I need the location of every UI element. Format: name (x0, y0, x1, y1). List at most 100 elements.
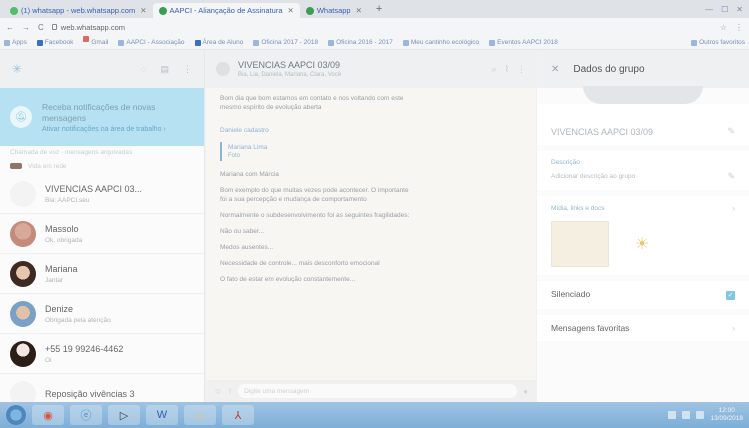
search-icon[interactable]: ⌕ (492, 64, 497, 75)
chrome-icon[interactable]: ◉ (32, 405, 64, 425)
apps-icon (4, 39, 10, 46)
tab-label: Whatsapp (316, 6, 351, 15)
menu-icon[interactable]: ⋮ (517, 64, 526, 75)
browser-tab-whatsapp[interactable]: (1) whatsapp - web.whatsapp.com ✕ (4, 3, 153, 18)
chat-item-phone[interactable]: +55 19 99246-4462 Oi (0, 334, 204, 374)
edit-pencil-icon[interactable]: ✎ (727, 171, 735, 182)
close-window-icon[interactable]: ✕ (736, 5, 743, 14)
bookmarks-bar: Apps Facebook Gmail AAPCI - Associação Á… (0, 36, 749, 50)
emoji-icon[interactable]: ☺ (214, 387, 222, 396)
chat-item-massolo[interactable]: Massolo Ok, obrigada (0, 214, 204, 254)
facebook-icon (36, 39, 43, 46)
folder-icon (691, 39, 698, 46)
group-name: VIVENCIAS AAPCI 03/09 (551, 126, 654, 137)
clock[interactable]: 12:00 13/09/2018 (710, 407, 743, 423)
microphone-icon[interactable]: ● (523, 387, 528, 396)
forward-icon[interactable]: → (22, 23, 30, 32)
bookmark-facebook[interactable]: Facebook (36, 39, 74, 46)
windows-taskbar: ◉ ⓔ ▷ W ▭ ⅄ 12:00 13/09/2018 (0, 402, 749, 428)
bookmark-cantinho[interactable]: Meu cantinho ecológico (402, 39, 479, 46)
bookmark-gmail[interactable]: Gmail (83, 36, 108, 49)
star-icon[interactable]: ☆ (720, 23, 727, 32)
status-icon[interactable]: ◌ (141, 64, 146, 74)
menu-icon[interactable]: ⋮ (735, 23, 743, 32)
bookmark-area-aluno[interactable]: Área de Aluno (194, 39, 244, 46)
media-thumbnail[interactable] (551, 221, 609, 267)
bookmark-apps[interactable]: Apps (4, 39, 27, 46)
chat-preview: Ok, obrigada (45, 236, 83, 244)
edit-pencil-icon[interactable]: ✎ (727, 126, 735, 137)
reload-icon[interactable]: C (38, 23, 44, 32)
pdf-reader-icon[interactable]: ⅄ (222, 405, 254, 425)
notification-title: Receba notificações de novas mensagens (42, 101, 156, 123)
internet-explorer-icon[interactable]: ⓔ (70, 405, 102, 425)
faded-chat-label: Vida em rede (28, 162, 67, 170)
message-text: Bom exemplo do que muitas vezes pode aco… (220, 187, 409, 203)
chat-item-mariana[interactable]: Mariana Jantar (0, 254, 204, 294)
message-input[interactable]: Digite uma mensagem (238, 384, 518, 398)
volume-icon[interactable] (696, 411, 705, 419)
bookmark-oficina-2016[interactable]: Oficina 2016 - 2017 (328, 39, 393, 46)
favorites-label: Mensagens favoritas (551, 323, 630, 333)
browser-tab-whatsapp-2[interactable]: Whatsapp ✕ (300, 3, 368, 18)
close-tab-icon[interactable]: ✕ (140, 6, 146, 15)
word-icon[interactable]: W (146, 405, 178, 425)
close-tab-icon[interactable]: ✕ (288, 6, 294, 15)
conversation-members: Bia, Lia, Daniela, Mariana, Clara, Você (238, 72, 342, 78)
enable-notifications-link[interactable]: Ativar notificações na área de trabalho … (42, 126, 194, 133)
conversation-title: VIVENCIAS AAPCI 03/09 (238, 60, 341, 70)
bookmark-other-folder[interactable]: Outros favoritos (691, 39, 745, 46)
window-controls: — ☐ ✕ (705, 5, 749, 14)
notification-banner[interactable]: 🔕︎ Receba notificações de novas mensagen… (0, 88, 204, 146)
folder-icon[interactable]: ▭ (184, 405, 216, 425)
browser-tab-aapci[interactable]: AAPCI - Aliançação de Assinatura ✕ (152, 3, 300, 18)
bookmark-oficina-2017[interactable]: Oficina 2017 - 2018 (253, 39, 318, 46)
silenced-checkbox[interactable]: ✓ (726, 290, 735, 300)
user-avatar-icon[interactable]: ✳ (12, 62, 22, 76)
tab-label: AAPCI - Aliançação de Assinatura (169, 6, 283, 15)
silenced-label: Silenciado (551, 289, 591, 299)
message-text: Medos ausentes... (220, 244, 274, 251)
chat-name: Denize (45, 303, 74, 314)
bookmark-label: Facebook (44, 39, 74, 46)
chat-item-denize[interactable]: Denize Obrigada pela atenção (0, 294, 204, 334)
bookmark-label: Área de Aluno (202, 39, 244, 46)
network-icon[interactable] (682, 411, 691, 419)
back-icon[interactable]: ← (6, 23, 14, 32)
menu-icon[interactable]: ⋮ (183, 64, 192, 75)
chat-item-reposicao[interactable]: Reposição vivências 3 (0, 374, 204, 402)
avatar (10, 380, 36, 402)
media-block[interactable]: Mídia, links e docs › ☀ (537, 196, 749, 275)
close-icon[interactable]: ✕ (551, 64, 559, 75)
media-player-icon[interactable]: ▷ (108, 405, 140, 425)
archived-row[interactable]: Chamada de voz · mensagens arquivadas (0, 146, 204, 158)
attach-icon[interactable]: ⌇ (505, 64, 509, 75)
conversation-header[interactable]: VIVENCIAS AAPCI 03/09 Bia, Lia, Daniela,… (206, 50, 536, 88)
chat-item-vivencias[interactable]: VIVENCIAS AAPCI 03... Bia: AAPCI.seu (0, 174, 204, 214)
message-link[interactable]: Daniele cadastro (220, 126, 410, 135)
attach-icon[interactable]: ⌇ (228, 387, 232, 396)
new-chat-icon[interactable]: ▤ (160, 64, 169, 75)
faded-chat-row[interactable]: Vida em rede (0, 158, 204, 174)
favorites-block[interactable]: Mensagens favoritas › (537, 315, 749, 341)
group-photo[interactable] (537, 86, 749, 104)
bookmark-aapci[interactable]: AAPCI - Associação (118, 39, 185, 46)
address-bar: ← → C web.whatsapp.com ☆ ⋮ (0, 18, 749, 36)
aapci-favicon-icon (158, 6, 167, 15)
avatar (10, 300, 36, 327)
tray-icon[interactable] (668, 411, 677, 419)
media-thumbnail[interactable]: ☀ (617, 221, 667, 267)
minimize-icon[interactable]: — (705, 5, 713, 14)
url-field[interactable]: web.whatsapp.com (51, 23, 712, 32)
bookmark-label: Eventos AAPCI 2018 (497, 39, 558, 46)
quoted-message[interactable]: Mariana Lima Foto (220, 142, 370, 161)
description-value[interactable]: Adicionar descrição ao grupo (551, 173, 635, 180)
new-tab-button[interactable]: + (368, 3, 390, 15)
bookmark-eventos[interactable]: Eventos AAPCI 2018 (489, 39, 558, 46)
close-tab-icon[interactable]: ✕ (356, 6, 362, 15)
maximize-icon[interactable]: ☐ (721, 5, 728, 14)
quoted-author: Mariana Lima (228, 144, 268, 151)
favicon-icon (305, 6, 314, 15)
chat-name: Mariana (45, 263, 78, 274)
start-button[interactable] (6, 405, 26, 425)
